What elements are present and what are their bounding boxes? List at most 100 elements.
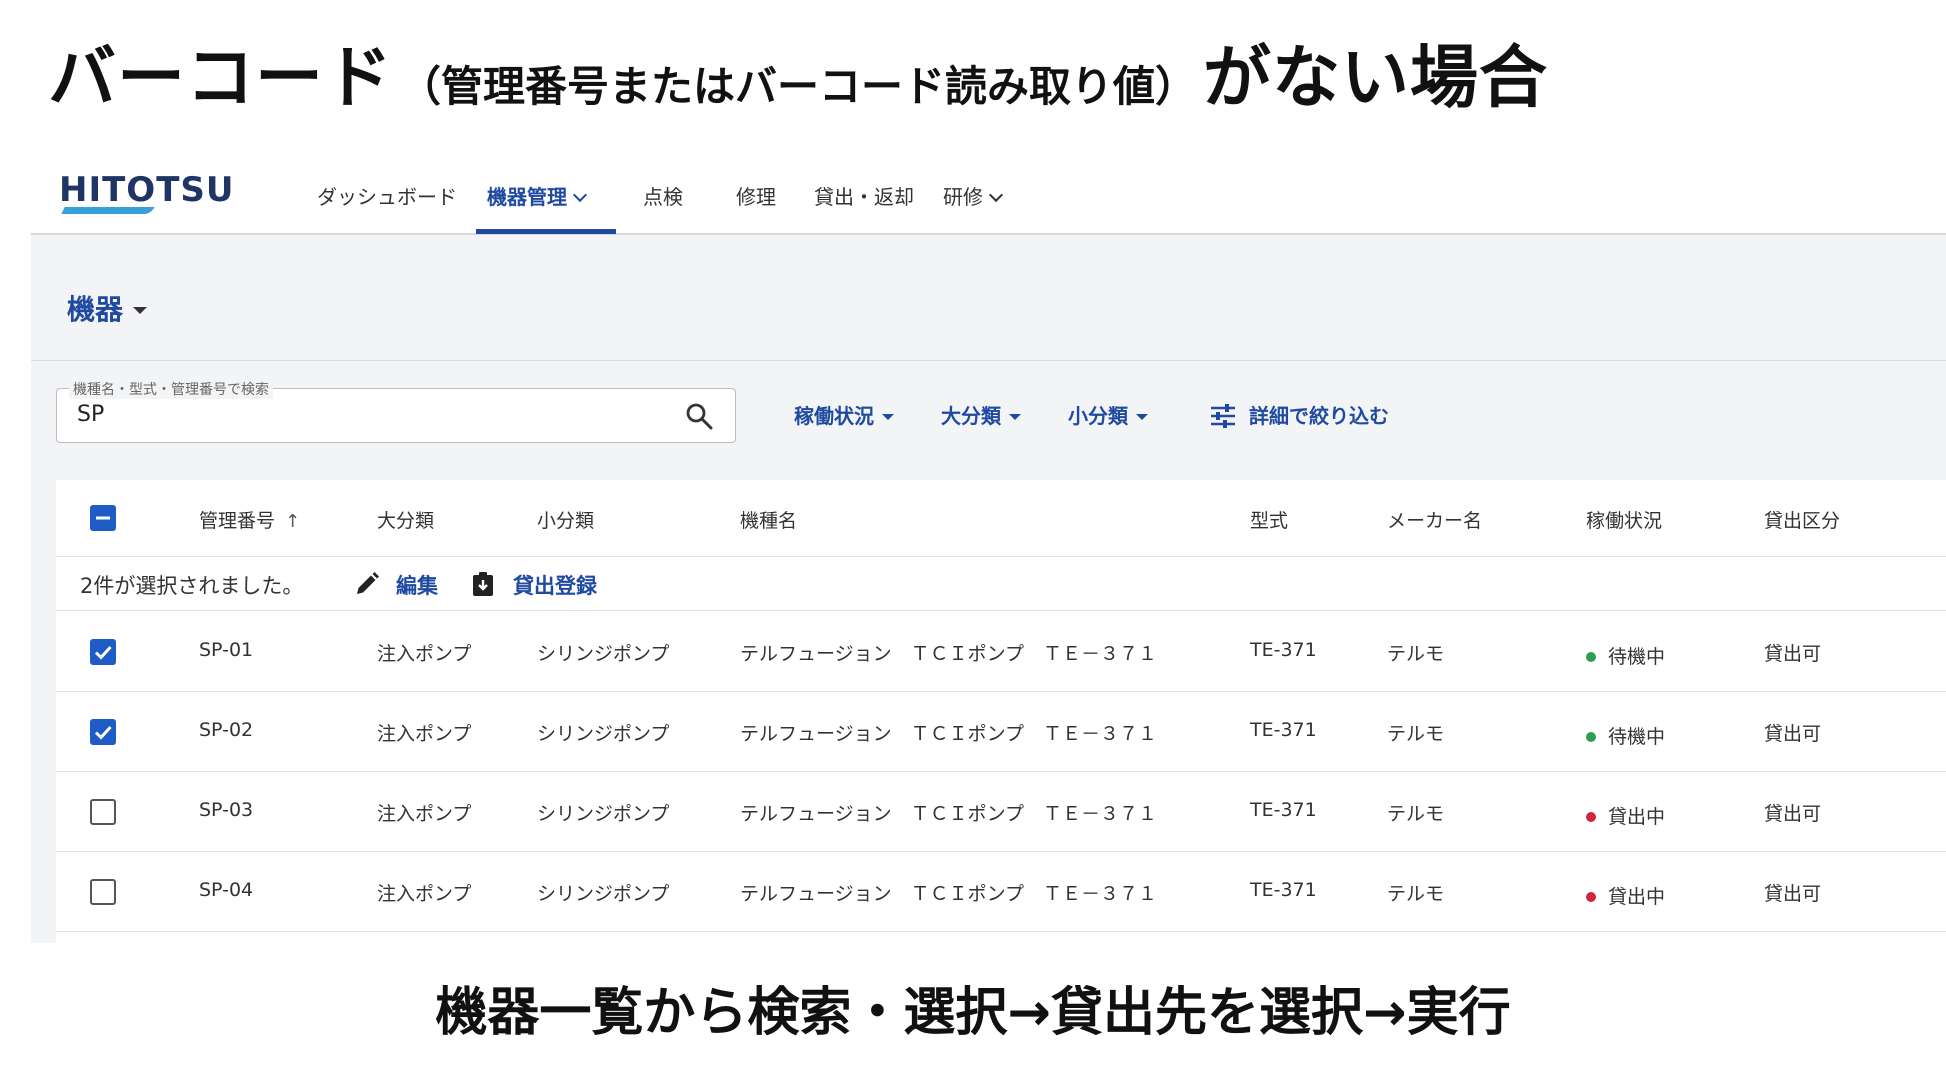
status-text: 貸出中 — [1608, 806, 1666, 828]
slide-caption: 機器一覧から検索・選択→貸出先を選択→実行 — [435, 983, 1511, 1043]
sort-ascending-icon: ↑ — [285, 511, 301, 532]
logo-swoosh — [61, 207, 155, 214]
cell-model-name: テルフュージョン ＴＣＩポンプ ＴＥ－３７１ — [740, 803, 1158, 825]
column-header-maker[interactable]: メーカー名 — [1387, 506, 1482, 533]
page-title: 機器 — [67, 293, 124, 326]
cell-model-name: テルフュージョン ＴＣＩポンプ ＴＥ－３７１ — [740, 643, 1158, 665]
row-checkbox[interactable] — [90, 719, 116, 745]
row-checkbox[interactable] — [90, 639, 116, 665]
caret-down-icon — [1009, 414, 1021, 420]
check-icon — [94, 725, 112, 740]
column-header-status[interactable]: 稼働状況 — [1586, 506, 1662, 533]
detail-filter-button[interactable]: 詳細で絞り込む — [1209, 400, 1389, 430]
cell-model: TE-371 — [1250, 639, 1317, 661]
nav-active-indicator — [476, 229, 616, 234]
row-checkbox[interactable] — [90, 799, 116, 825]
cell-major-category: 注入ポンプ — [377, 883, 472, 905]
equipment-table: 管理番号 ↑ 大分類 小分類 機種名 型式 メーカー名 稼働状況 貸出区分 2件が… — [56, 480, 1946, 943]
column-header-id-label: 管理番号 — [199, 510, 276, 532]
cell-maker: テルモ — [1387, 883, 1445, 905]
cell-minor-category: シリンジポンプ — [537, 803, 670, 825]
column-header-model[interactable]: 型式 — [1250, 506, 1288, 533]
cell-minor-category: シリンジポンプ — [537, 883, 670, 905]
filter-minor-category[interactable]: 小分類 — [1068, 400, 1148, 429]
table-row[interactable]: SP-03 注入ポンプ シリンジポンプ テルフュージョン ＴＣＩポンプ ＴＥ－３７１ T… — [56, 772, 1946, 852]
column-header-model-name[interactable]: 機種名 — [740, 506, 797, 533]
table-row[interactable]: SP-04 注入ポンプ シリンジポンプ テルフュージョン ＴＣＩポンプ ＴＥ－３７１ T… — [56, 852, 1946, 932]
cell-minor-category: シリンジポンプ — [537, 723, 670, 745]
pencil-icon — [357, 572, 379, 594]
heading-part2: （管理番号またはバーコード読み取り値） — [399, 62, 1198, 111]
column-header-id[interactable]: 管理番号 ↑ — [199, 506, 300, 533]
nav-equipment-management-label: 機器管理 — [487, 185, 567, 209]
nav-dashboard[interactable]: ダッシュボード — [317, 181, 457, 210]
detail-filter-label: 詳細で絞り込む — [1249, 404, 1389, 428]
nav-training[interactable]: 研修 — [943, 181, 1004, 210]
nav-equipment-management[interactable]: 機器管理 — [487, 181, 588, 210]
cell-id[interactable]: SP-03 — [199, 799, 253, 821]
cell-maker: テルモ — [1387, 643, 1445, 665]
nav-training-label: 研修 — [943, 185, 983, 209]
nav-inspection[interactable]: 点検 — [643, 181, 683, 210]
cell-minor-category: シリンジポンプ — [537, 643, 670, 665]
filter-operating-status-label: 稼働状況 — [794, 404, 874, 428]
cell-maker: テルモ — [1387, 723, 1445, 745]
status-dot-icon — [1586, 732, 1596, 742]
cell-model: TE-371 — [1250, 799, 1317, 821]
search-value[interactable]: SP — [77, 402, 104, 427]
search-input[interactable]: 機種名・型式・管理番号で検索 SP — [56, 379, 736, 443]
filter-major-category[interactable]: 大分類 — [941, 400, 1021, 429]
cell-maker: テルモ — [1387, 803, 1445, 825]
filter-minor-category-label: 小分類 — [1068, 404, 1128, 428]
selection-toolbar: 2件が選択されました。 編集 貸出登録 — [56, 558, 1946, 611]
select-all-checkbox[interactable] — [90, 505, 116, 531]
column-header-minor-category[interactable]: 小分類 — [537, 506, 594, 533]
status-dot-icon — [1586, 652, 1596, 662]
nav-repair[interactable]: 修理 — [736, 181, 776, 210]
check-icon — [94, 645, 112, 660]
cell-major-category: 注入ポンプ — [377, 643, 472, 665]
cell-lend-type: 貸出可 — [1764, 803, 1822, 825]
top-navigation: HITOTSU ダッシュボード 機器管理 点検 修理 貸出・返却 研修 — [31, 155, 1946, 235]
status-text: 待機中 — [1608, 646, 1666, 668]
cell-status: 待機中 — [1586, 642, 1665, 669]
cell-id[interactable]: SP-02 — [199, 719, 253, 741]
cell-model: TE-371 — [1250, 879, 1317, 901]
selection-count: 2件が選択されました。 — [80, 574, 304, 598]
nav-lend-return[interactable]: 貸出・返却 — [814, 181, 914, 210]
caret-down-icon — [133, 307, 148, 314]
chevron-down-icon — [988, 187, 1004, 203]
cell-status: 待機中 — [1586, 722, 1665, 749]
cell-id[interactable]: SP-01 — [199, 639, 253, 661]
cell-major-category: 注入ポンプ — [377, 723, 472, 745]
column-header-lend-type[interactable]: 貸出区分 — [1764, 506, 1840, 533]
clipboard-download-icon — [473, 572, 493, 596]
chevron-down-icon — [572, 187, 588, 203]
column-header-major-category[interactable]: 大分類 — [377, 506, 434, 533]
lend-register-button[interactable]: 貸出登録 — [513, 570, 597, 600]
caret-down-icon — [882, 414, 894, 420]
heading-part3: がない場合 — [1203, 39, 1549, 118]
edit-button[interactable]: 編集 — [396, 570, 438, 600]
filter-operating-status[interactable]: 稼働状況 — [794, 400, 894, 429]
cell-id[interactable]: SP-04 — [199, 879, 253, 901]
table-row[interactable]: SP-01 注入ポンプ シリンジポンプ テルフュージョン ＴＣＩポンプ ＴＥ－３７１ T… — [56, 612, 1946, 692]
filter-major-category-label: 大分類 — [941, 404, 1001, 428]
cell-model: TE-371 — [1250, 719, 1317, 741]
status-text: 待機中 — [1608, 726, 1666, 748]
search-icon[interactable] — [685, 402, 713, 430]
cell-lend-type: 貸出可 — [1764, 723, 1822, 745]
search-label: 機種名・型式・管理番号で検索 — [69, 379, 273, 399]
cell-status: 貸出中 — [1586, 882, 1665, 909]
logo[interactable]: HITOTSU — [59, 170, 235, 210]
cell-lend-type: 貸出可 — [1764, 643, 1822, 665]
heading-part1: バーコード — [48, 39, 394, 118]
slide-heading: バーコード （管理番号またはバーコード読み取り値） がない場合 — [48, 22, 1548, 118]
cell-lend-type: 貸出可 — [1764, 883, 1822, 905]
cell-model-name: テルフュージョン ＴＣＩポンプ ＴＥ－３７１ — [740, 883, 1158, 905]
app-screenshot: HITOTSU ダッシュボード 機器管理 点検 修理 貸出・返却 研修 機器 機… — [31, 155, 1946, 943]
table-row[interactable]: SP-02 注入ポンプ シリンジポンプ テルフュージョン ＴＣＩポンプ ＴＥ－３７１ T… — [56, 692, 1946, 772]
page-title-dropdown[interactable]: 機器 — [67, 288, 148, 328]
row-checkbox[interactable] — [90, 879, 116, 905]
cell-major-category: 注入ポンプ — [377, 803, 472, 825]
